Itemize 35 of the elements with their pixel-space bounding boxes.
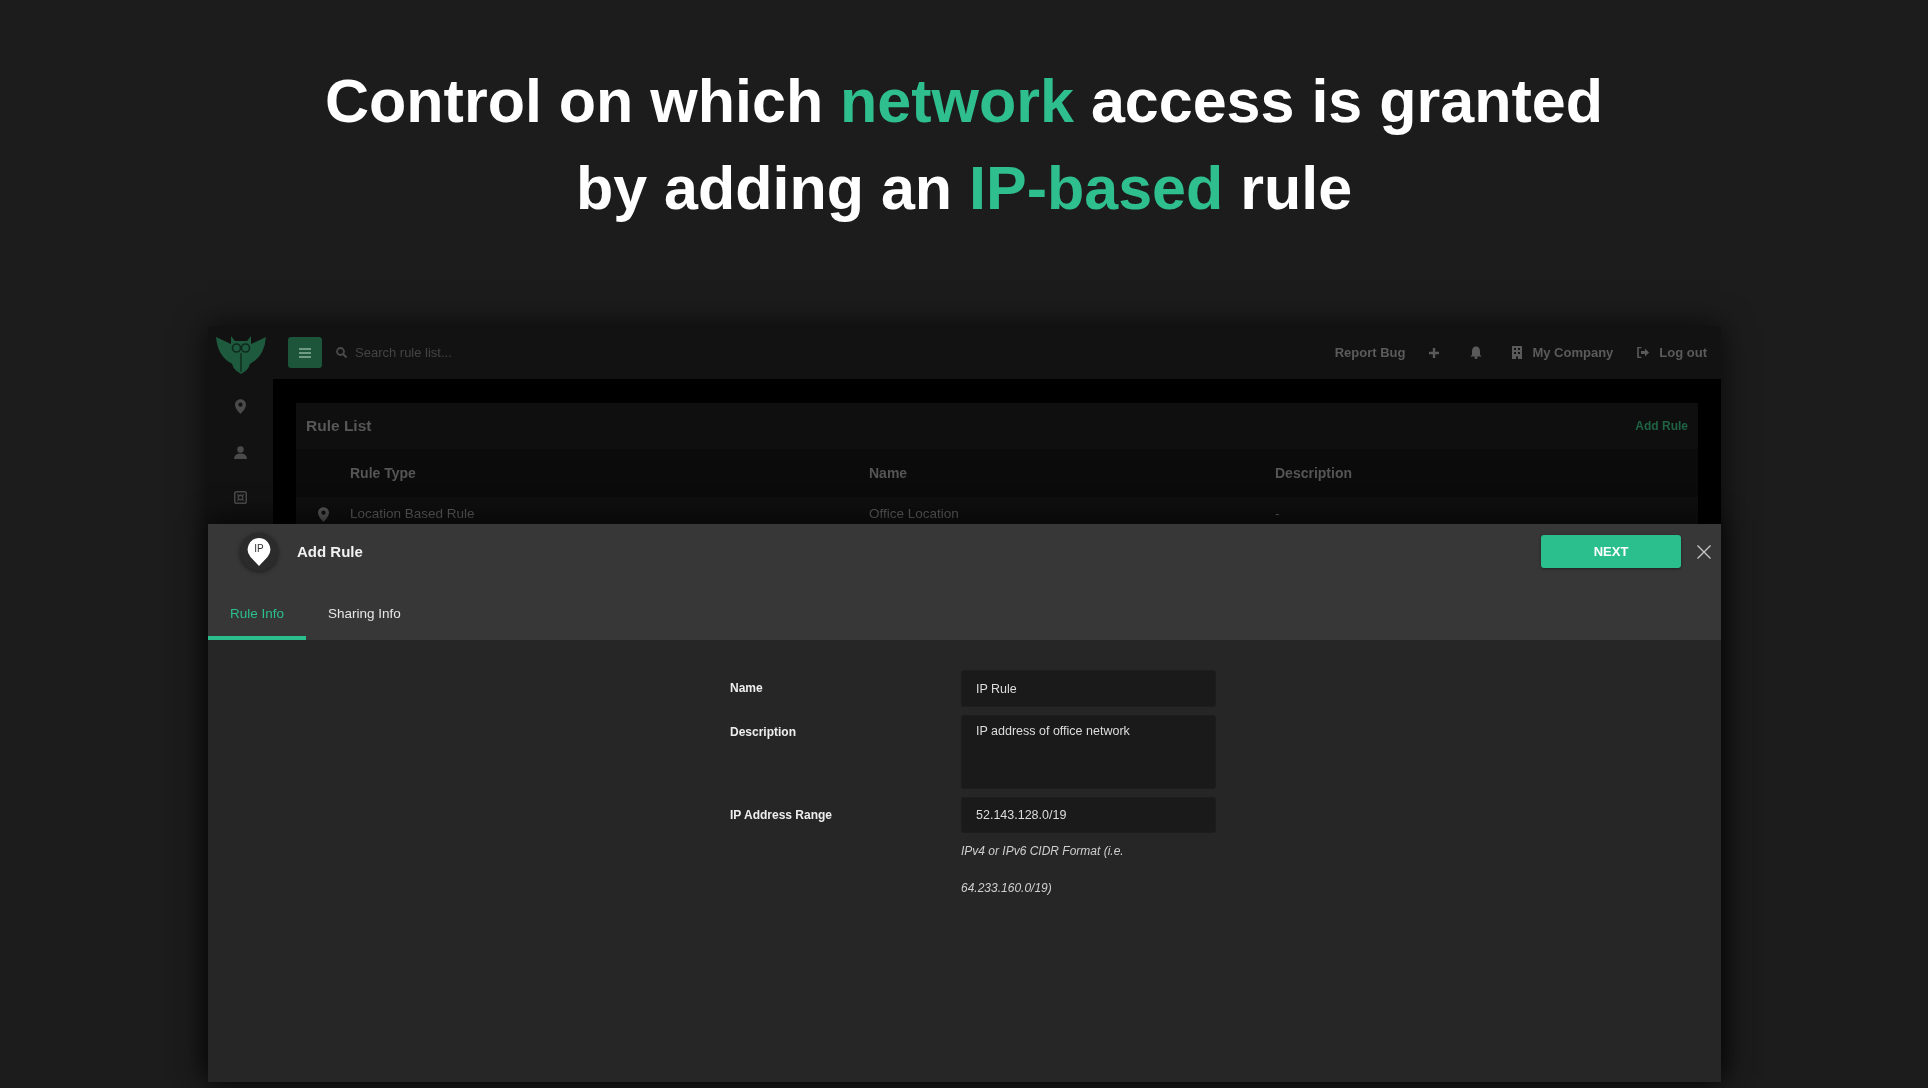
table-cell-text: Location Based Rule — [350, 506, 476, 522]
location-pin-icon — [317, 506, 329, 522]
field-label: IP Address Range — [730, 807, 833, 824]
logout-button[interactable]: Log out — [1637, 345, 1707, 360]
field-label: Name — [730, 680, 763, 697]
menu-button[interactable] — [288, 337, 322, 368]
building-icon — [1512, 346, 1523, 359]
headline: Control on which network access is granted by adding an IP-based rule — [325, 66, 1603, 224]
plus-icon[interactable] — [1429, 347, 1440, 358]
panel-title: Add Rule — [297, 543, 363, 560]
location-pin-icon[interactable] — [235, 399, 246, 414]
report-bug-link[interactable]: Report Bug — [1334, 345, 1406, 360]
add-rule-link[interactable]: Add Rule — [1635, 419, 1688, 433]
menu-icon — [299, 347, 311, 358]
text-field[interactable]: IP Rule — [961, 670, 1216, 707]
bell-icon[interactable] — [1470, 346, 1483, 359]
column-header: Name — [869, 465, 909, 481]
field-label: Description — [730, 724, 796, 740]
text-field[interactable]: 52.143.128.0/19 — [961, 797, 1216, 833]
table-cell-text: Office Location — [869, 506, 960, 522]
table-cell-text: - — [1275, 506, 1281, 522]
hint-text: IPv4 or IPv6 CIDR Format (i.e. 64.233.160.0/19) — [961, 843, 1125, 897]
map-pin-icon — [240, 532, 278, 571]
tab[interactable]: Sharing Info — [306, 590, 423, 640]
pin-label: IP — [253, 542, 265, 555]
safe-icon[interactable] — [234, 491, 247, 504]
search-icon — [336, 347, 347, 358]
person-icon[interactable] — [234, 446, 247, 459]
column-header: Rule Type — [350, 465, 417, 481]
close-icon[interactable] — [1697, 544, 1711, 559]
company-menu[interactable]: My Company — [1512, 345, 1614, 360]
column-header: Description — [1275, 465, 1353, 481]
logout-icon — [1637, 347, 1650, 358]
text-area[interactable]: IP address of office network — [961, 715, 1216, 789]
card-title: Rule List — [306, 417, 372, 435]
